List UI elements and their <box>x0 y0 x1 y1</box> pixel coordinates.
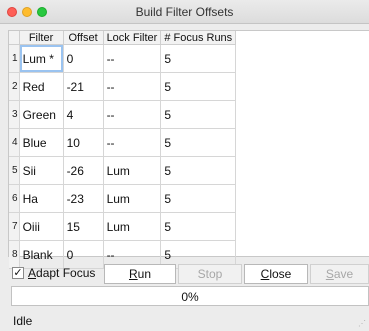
row-number: 7 <box>9 212 20 241</box>
cell-offset[interactable]: -26 <box>63 156 104 185</box>
row-number: 1 <box>9 44 20 73</box>
close-button[interactable]: Close <box>244 264 308 284</box>
run-button[interactable]: Run <box>104 264 176 284</box>
cell-lock-filter[interactable]: -- <box>103 72 162 101</box>
cell-offset[interactable]: 15 <box>63 212 104 241</box>
cell-focus-runs[interactable]: 5 <box>160 128 237 157</box>
table-row[interactable]: 1 Lum * 0 -- 5 <box>9 44 237 73</box>
filter-offsets-table[interactable]: Filter Offset Lock Filter # Focus Runs 1… <box>8 30 369 269</box>
cell-filter[interactable]: Green <box>19 100 64 129</box>
cell-lock-filter[interactable]: -- <box>103 128 162 157</box>
table-corner <box>9 31 20 45</box>
adapt-focus-label[interactable]: Adapt Focus <box>28 266 95 280</box>
cell-filter[interactable]: Lum * <box>19 44 64 73</box>
cell-offset[interactable]: -21 <box>63 72 104 101</box>
cell-lock-filter[interactable]: Lum <box>103 212 162 241</box>
cell-filter[interactable]: Blue <box>19 128 64 157</box>
cell-filter[interactable]: Red <box>19 72 64 101</box>
table-body: 1 Lum * 0 -- 5 2 Red -21 -- 5 3 Green 4 -- 5 4 Blue 10 -- 5… <box>9 44 237 269</box>
title-bar: Build Filter Offsets <box>0 0 369 24</box>
cell-offset[interactable]: 4 <box>63 100 104 129</box>
adapt-focus-checkbox[interactable]: ✓ <box>12 267 24 279</box>
status-text: Idle <box>13 314 33 328</box>
save-button[interactable]: Save <box>310 264 369 284</box>
cell-offset[interactable]: -23 <box>63 184 104 213</box>
column-header-focus-runs[interactable]: # Focus Runs <box>160 31 237 45</box>
row-number: 4 <box>9 128 20 157</box>
row-number: 3 <box>9 100 20 129</box>
cell-filter[interactable]: Sii <box>19 156 64 185</box>
cell-focus-runs[interactable]: 5 <box>160 100 237 129</box>
table-row[interactable]: 6 Ha -23 Lum 5 <box>9 184 237 213</box>
cell-focus-runs[interactable]: 5 <box>160 44 237 73</box>
column-header-lock-filter[interactable]: Lock Filter <box>103 31 162 45</box>
table-row[interactable]: 2 Red -21 -- 5 <box>9 72 237 101</box>
row-number: 5 <box>9 156 20 185</box>
table-row[interactable]: 3 Green 4 -- 5 <box>9 100 237 129</box>
cell-lock-filter[interactable]: Lum <box>103 156 162 185</box>
cell-lock-filter[interactable]: Lum <box>103 184 162 213</box>
cell-focus-runs[interactable]: 5 <box>160 156 237 185</box>
column-header-filter[interactable]: Filter <box>19 31 64 45</box>
table-row[interactable]: 5 Sii -26 Lum 5 <box>9 156 237 185</box>
column-header-offset[interactable]: Offset <box>63 31 104 45</box>
progress-bar: 0% <box>11 286 369 306</box>
cell-focus-runs[interactable]: 5 <box>160 184 237 213</box>
stop-button[interactable]: Stop <box>178 264 242 284</box>
action-row: ✓ Adapt Focus Run Stop Close Save <box>8 263 369 285</box>
row-number: 6 <box>9 184 20 213</box>
table-row[interactable]: 4 Blue 10 -- 5 <box>9 128 237 157</box>
cell-filter[interactable]: Oiii <box>19 212 64 241</box>
cell-offset[interactable]: 10 <box>63 128 104 157</box>
progress-text: 0% <box>181 290 199 304</box>
table-row[interactable]: 7 Oiii 15 Lum 5 <box>9 212 237 241</box>
resize-grip-icon[interactable]: ⋰ <box>358 319 366 328</box>
cell-offset[interactable]: 0 <box>63 44 104 73</box>
cell-lock-filter[interactable]: -- <box>103 100 162 129</box>
cell-focus-runs[interactable]: 5 <box>160 72 237 101</box>
cell-lock-filter[interactable]: -- <box>103 44 162 73</box>
cell-filter[interactable]: Ha <box>19 184 64 213</box>
table-header: Filter Offset Lock Filter # Focus Runs <box>9 31 237 45</box>
cell-focus-runs[interactable]: 5 <box>160 212 237 241</box>
row-number: 2 <box>9 72 20 101</box>
window-title: Build Filter Offsets <box>135 5 234 19</box>
